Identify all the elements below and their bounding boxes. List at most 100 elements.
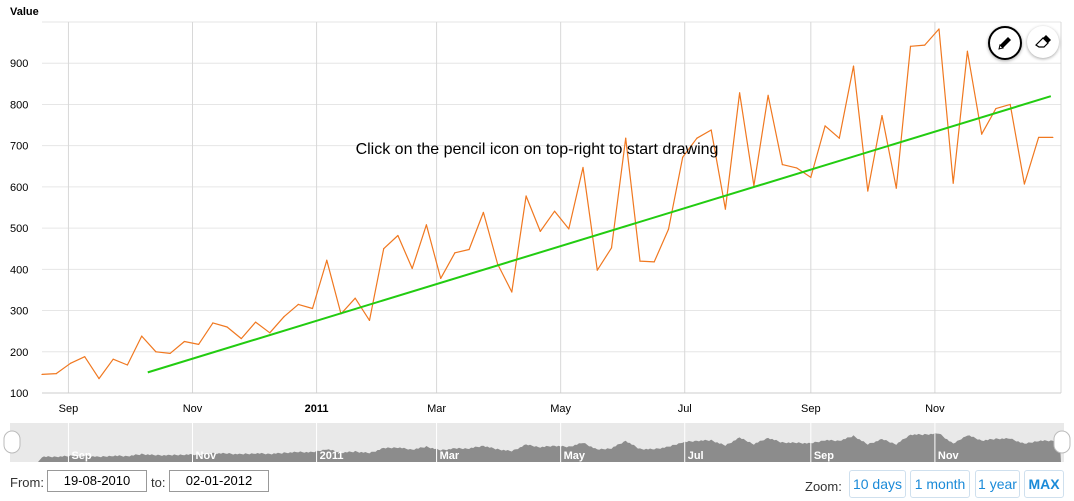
data-point xyxy=(838,137,840,139)
x-tick-label: Nov xyxy=(925,403,945,415)
data-point xyxy=(867,190,869,192)
data-point xyxy=(881,114,883,117)
data-point xyxy=(667,228,670,230)
data-point xyxy=(511,291,513,293)
x-tick-label: Sep xyxy=(59,403,79,415)
from-label: From: xyxy=(10,475,44,490)
data-point xyxy=(1023,183,1025,185)
zoom-label: Zoom: xyxy=(805,479,842,494)
y-axis-label: Value xyxy=(10,6,39,18)
chart-annotation: Click on the pencil icon on top-right to… xyxy=(356,141,719,158)
data-point xyxy=(98,377,100,380)
data-point xyxy=(169,352,171,355)
data-point xyxy=(1052,136,1054,139)
data-point xyxy=(354,297,356,299)
y-tick-label: 800 xyxy=(10,99,28,111)
data-point xyxy=(1038,136,1040,139)
data-point xyxy=(126,364,129,366)
data-point xyxy=(269,332,271,334)
data-point xyxy=(981,133,983,135)
from-date-input[interactable]: 19-08-2010 xyxy=(47,470,147,492)
y-tick-label: 600 xyxy=(10,182,28,194)
data-point xyxy=(397,234,399,237)
navigator-label: Nov xyxy=(938,450,960,462)
eraser-button[interactable] xyxy=(1027,26,1059,58)
data-point xyxy=(141,335,143,337)
data-point xyxy=(596,269,598,271)
data-point xyxy=(112,358,114,360)
x-tick-label: 2011 xyxy=(305,403,329,415)
data-point xyxy=(724,208,727,210)
data-point xyxy=(468,248,470,251)
x-tick-label: Mar xyxy=(427,403,446,415)
data-point xyxy=(625,137,627,139)
data-point xyxy=(639,260,641,262)
navigator-label: Jul xyxy=(688,450,704,462)
pencil-icon xyxy=(998,37,1011,50)
x-tick-label: Sep xyxy=(801,403,821,415)
navigator-label: Mar xyxy=(440,450,460,462)
data-point xyxy=(966,50,969,52)
chart: 100 200 300 400 500 600 700 800 900 Sep Nov 2011 Mar… xyxy=(3,6,1071,462)
data-point xyxy=(411,267,413,270)
data-point xyxy=(710,129,712,131)
y-tick-label: 500 xyxy=(10,223,28,235)
y-tick-label: 200 xyxy=(10,347,28,359)
data-point xyxy=(653,261,655,263)
x-tick-label: May xyxy=(550,403,571,415)
data-point xyxy=(938,28,940,30)
data-point xyxy=(283,316,285,318)
data-point xyxy=(482,211,484,214)
data-point xyxy=(824,125,826,127)
data-point xyxy=(952,182,954,184)
data-point xyxy=(240,337,242,340)
y-tick-label: 400 xyxy=(10,264,28,276)
data-point xyxy=(198,343,200,345)
navigator-label: Sep xyxy=(814,450,834,462)
data-point xyxy=(767,94,769,96)
data-point xyxy=(909,45,912,47)
y-tick-label: 700 xyxy=(10,141,28,153)
x-tick-label: Jul xyxy=(678,403,692,415)
range-selector: From: 19-08-2010 to: 02-01-2012 Zoom: 10… xyxy=(0,466,1074,501)
data-point xyxy=(212,322,214,324)
data-point xyxy=(254,321,257,323)
data-point xyxy=(84,356,86,358)
data-point xyxy=(454,252,456,254)
zoom-max-button[interactable]: MAX xyxy=(1024,470,1064,498)
y-tick-label: 300 xyxy=(10,306,28,318)
zoom-1-month-button[interactable]: 1 month xyxy=(910,470,970,498)
navigator-label: Nov xyxy=(196,450,218,462)
x-tick-label: Nov xyxy=(183,403,203,415)
data-point xyxy=(795,167,798,169)
data-point xyxy=(368,319,371,322)
data-point xyxy=(582,166,584,169)
data-point xyxy=(924,44,926,46)
y-tick-label: 100 xyxy=(10,388,28,400)
y-tick-label: 900 xyxy=(10,58,28,70)
data-point xyxy=(297,303,299,305)
to-date-input[interactable]: 02-01-2012 xyxy=(169,470,269,492)
data-point xyxy=(183,340,185,343)
eraser-icon xyxy=(1035,35,1051,48)
data-point xyxy=(852,65,855,67)
data-point xyxy=(781,164,783,166)
data-point xyxy=(41,373,43,376)
data-point xyxy=(895,187,897,189)
zoom-10-days-button[interactable]: 10 days xyxy=(849,470,906,498)
data-point xyxy=(226,326,228,328)
data-point xyxy=(696,137,698,139)
navigator-label: May xyxy=(564,450,586,462)
data-point xyxy=(525,195,527,197)
zoom-1-year-button[interactable]: 1 year xyxy=(975,470,1020,498)
data-point xyxy=(440,277,442,280)
pencil-button[interactable] xyxy=(988,26,1022,60)
data-point xyxy=(326,259,328,261)
data-point xyxy=(425,224,428,226)
navigator-handle-left[interactable] xyxy=(3,430,21,454)
data-point xyxy=(995,107,997,110)
data-point xyxy=(739,92,741,94)
navigator-label: 2011 xyxy=(320,450,344,462)
plot-area xyxy=(42,22,1061,393)
navigator-handle-right[interactable] xyxy=(1053,430,1071,454)
